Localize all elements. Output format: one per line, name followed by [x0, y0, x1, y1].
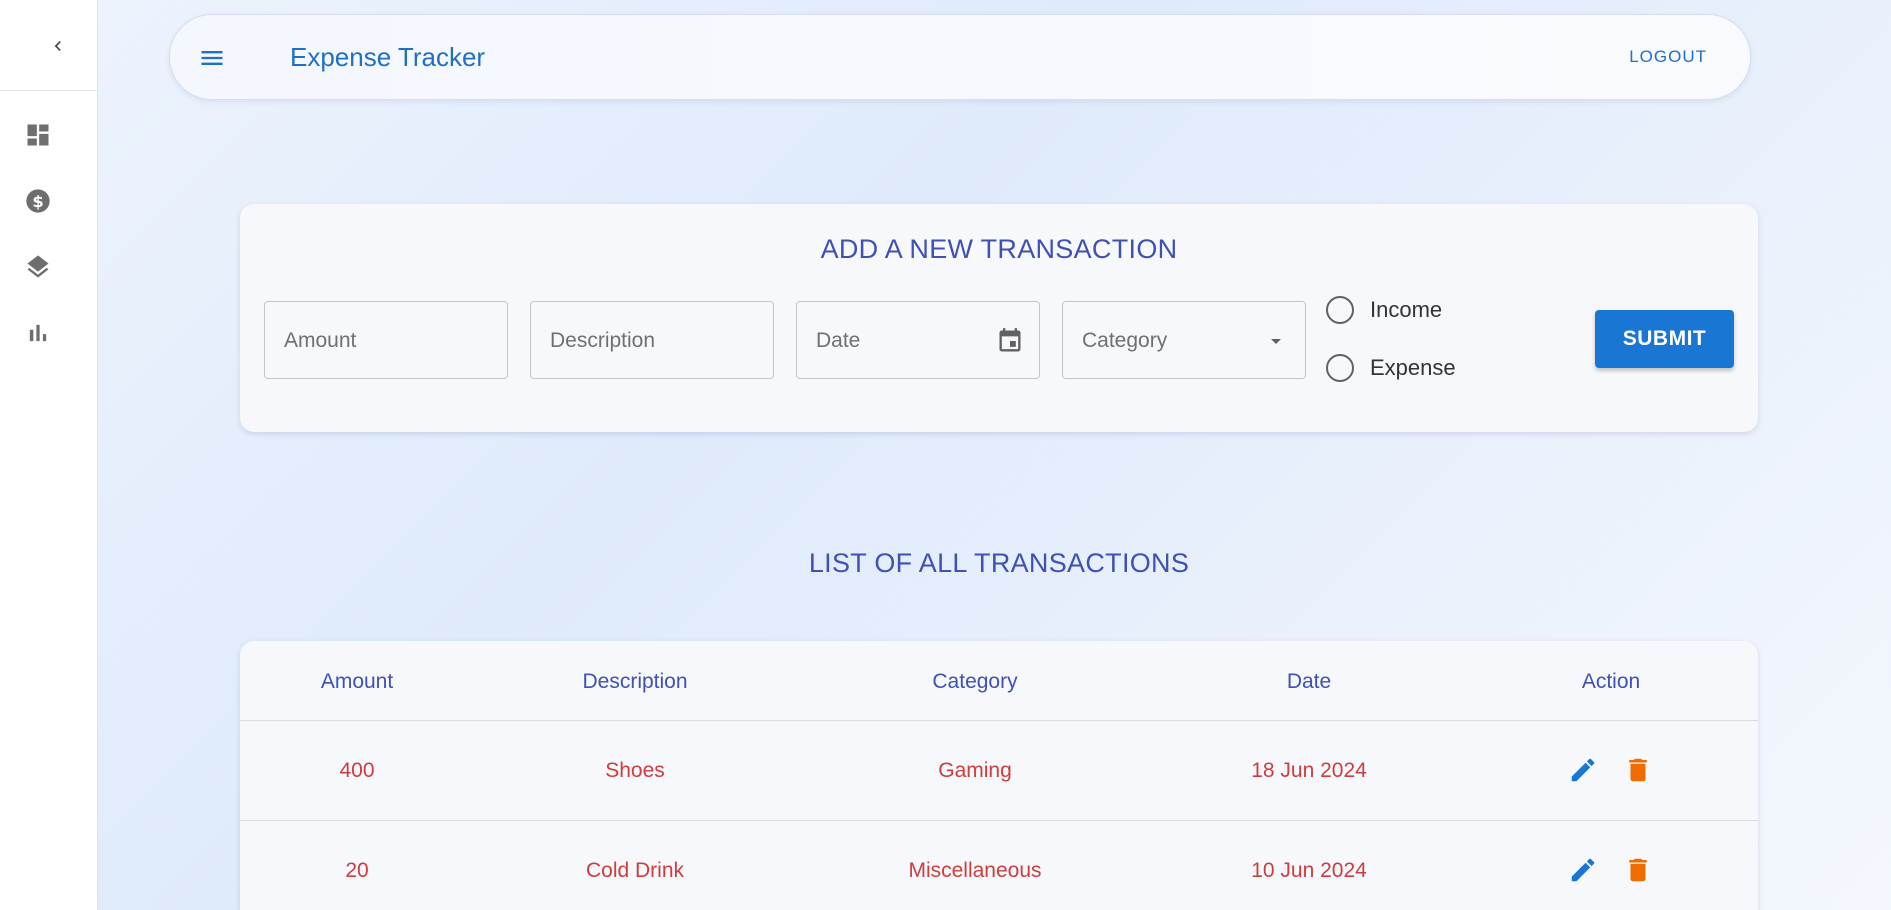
radio-expense-circle[interactable]	[1326, 354, 1354, 382]
column-header-amount: Amount	[320, 670, 394, 693]
date-field[interactable]: Date	[796, 301, 1040, 379]
calendar-icon[interactable]	[995, 326, 1025, 356]
cell-category: Gaming	[938, 759, 1012, 782]
dropdown-arrow-icon	[1261, 326, 1291, 356]
column-header-action: Action	[1581, 670, 1641, 693]
radio-income-circle[interactable]	[1326, 296, 1354, 324]
edit-icon[interactable]	[1568, 755, 1598, 785]
form-title: ADD A NEW TRANSACTION	[820, 234, 1178, 264]
cell-amount: 400	[339, 759, 375, 782]
column-header-description: Description	[582, 670, 688, 693]
svg-text:$: $	[32, 192, 43, 211]
cell-description: Cold Drink	[585, 859, 685, 882]
submit-button[interactable]: SUBMIT	[1595, 310, 1734, 368]
radio-income[interactable]: Income	[1326, 296, 1442, 324]
cell-date: 18 Jun 2024	[1251, 759, 1367, 782]
app-header: Expense Tracker LOGOUT	[169, 14, 1751, 100]
hamburger-menu-icon[interactable]	[198, 44, 226, 72]
layers-icon[interactable]	[24, 253, 52, 281]
category-select[interactable]: Category	[1062, 301, 1306, 379]
delete-icon[interactable]	[1623, 755, 1653, 785]
delete-icon[interactable]	[1623, 855, 1653, 885]
description-field[interactable]: Description	[530, 301, 774, 379]
column-header-category: Category	[932, 670, 1018, 693]
app-title: Expense Tracker	[290, 42, 486, 72]
cell-date: 10 Jun 2024	[1251, 859, 1367, 882]
table-row: 400 Shoes Gaming 18 Jun 2024	[240, 721, 1758, 821]
dollar-icon[interactable]: $	[24, 187, 52, 215]
transactions-table: Amount Description Category Date Action …	[240, 641, 1758, 910]
category-placeholder: Category	[1082, 329, 1168, 352]
amount-placeholder: Amount	[284, 329, 357, 352]
column-header-date: Date	[1286, 670, 1332, 693]
radio-income-label: Income	[1370, 297, 1443, 322]
logout-button[interactable]: LOGOUT	[1629, 47, 1707, 67]
cell-category: Miscellaneous	[908, 859, 1042, 882]
description-placeholder: Description	[550, 329, 656, 352]
amount-field[interactable]: Amount	[264, 301, 508, 379]
table-header: Amount Description Category Date Action	[240, 641, 1758, 721]
chevron-left-icon[interactable]	[46, 34, 70, 58]
list-title: LIST OF ALL TRANSACTIONS	[808, 548, 1190, 578]
date-placeholder: Date	[816, 329, 861, 352]
cell-amount: 20	[345, 859, 369, 882]
radio-expense[interactable]: Expense	[1326, 354, 1456, 382]
bar-chart-icon[interactable]	[24, 319, 52, 347]
add-transaction-card: ADD A NEW TRANSACTION Amount Description…	[240, 204, 1758, 432]
radio-expense-label: Expense	[1370, 355, 1456, 380]
table-row: 20 Cold Drink Miscellaneous 10 Jun 2024	[240, 821, 1758, 910]
dashboard-icon[interactable]	[24, 121, 52, 149]
cell-description: Shoes	[605, 759, 665, 782]
edit-icon[interactable]	[1568, 855, 1598, 885]
sidebar: $	[0, 0, 98, 910]
sidebar-header	[0, 0, 97, 91]
